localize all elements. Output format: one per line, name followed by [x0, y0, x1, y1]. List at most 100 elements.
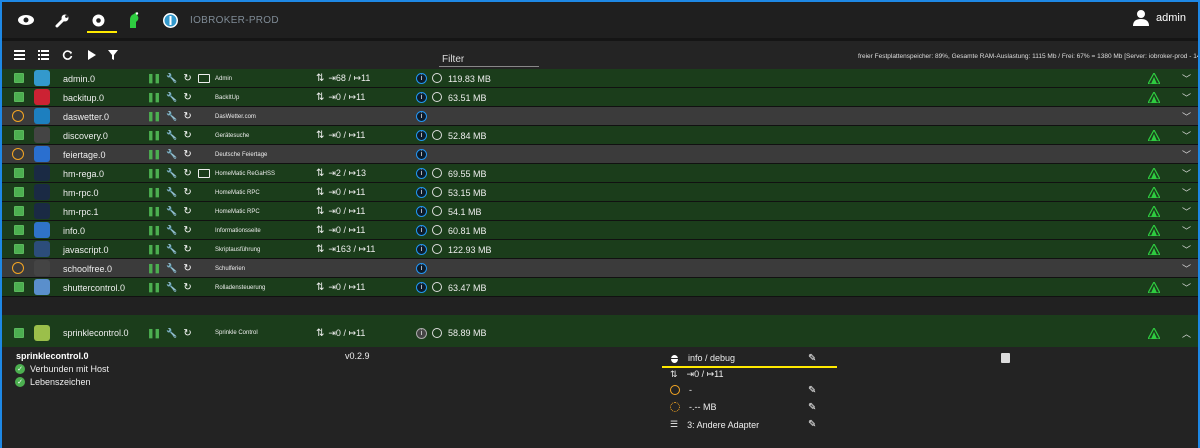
pause-icon[interactable]: ❚❚: [147, 225, 161, 236]
settings-icon[interactable]: [86, 8, 110, 32]
enabled-checkbox[interactable]: [14, 168, 24, 178]
collapse-chevron-icon[interactable]: ︿: [1182, 315, 1191, 351]
enabled-checkbox[interactable]: [14, 130, 24, 140]
info-icon[interactable]: i: [416, 149, 427, 160]
expand-chevron-icon[interactable]: ﹀: [1182, 88, 1191, 107]
wrench-icon[interactable]: 🔧: [166, 168, 177, 179]
expand-chevron-icon[interactable]: ﹀: [1182, 183, 1191, 202]
restart-icon[interactable]: ↻: [183, 92, 191, 103]
delete-icon[interactable]: [1001, 353, 1010, 363]
restart-icon[interactable]: ↻: [183, 263, 191, 274]
pause-icon[interactable]: ❚❚: [147, 92, 161, 103]
wrench-icon[interactable]: 🔧: [166, 206, 177, 217]
restart-icon[interactable]: ↻: [183, 149, 191, 160]
restart-icon[interactable]: ↻: [183, 225, 191, 236]
wrench-icon[interactable]: 🔧: [166, 263, 177, 274]
view-list-icon[interactable]: [12, 48, 26, 62]
wrench-icon[interactable]: 🔧: [166, 111, 177, 122]
wrench-icon[interactable]: 🔧: [166, 149, 177, 160]
play-icon[interactable]: [84, 48, 98, 62]
pause-icon[interactable]: ❚❚: [147, 111, 161, 122]
restart-icon[interactable]: ↻: [183, 73, 191, 84]
wrench-icon[interactable]: 🔧: [166, 187, 177, 198]
adapter-list: admin.0 ❚❚ 🔧 ↻ Admin ⇅ ⇥68 / ↦11 i 119.83 MB ﹀ bac…: [2, 69, 1198, 351]
edit-loglevel-icon[interactable]: ✎: [808, 353, 816, 364]
info-icon[interactable]: i: [416, 282, 427, 293]
restart-icon[interactable]: ↻: [183, 111, 191, 122]
restart-icon[interactable]: ↻: [183, 206, 191, 217]
expand-chevron-icon[interactable]: ﹀: [1182, 202, 1191, 221]
wrench-icon[interactable]: 🔧: [166, 130, 177, 141]
wrench-icon[interactable]: [50, 8, 74, 32]
adapter-icon: [34, 127, 50, 143]
restart-icon[interactable]: ↻: [183, 187, 191, 198]
pause-icon[interactable]: ❚❚: [147, 206, 161, 217]
restart-icon[interactable]: ↻: [183, 282, 191, 293]
filter-input[interactable]: [439, 66, 539, 67]
info-icon[interactable]: i: [416, 168, 427, 179]
expand-chevron-icon[interactable]: ﹀: [1182, 221, 1191, 240]
edit-memory-icon[interactable]: ✎: [808, 402, 816, 413]
edit-schedule-icon[interactable]: ✎: [808, 385, 816, 396]
pause-icon[interactable]: ❚❚: [147, 328, 161, 339]
restart-icon[interactable]: ↻: [183, 244, 191, 255]
wrench-icon[interactable]: 🔧: [166, 92, 177, 103]
wrench-icon[interactable]: 🔧: [166, 73, 177, 84]
wrench-icon[interactable]: 🔧: [166, 244, 177, 255]
connection-counts: ⇅ ⇥0 / ↦11: [316, 88, 365, 107]
info-icon[interactable]: i: [416, 328, 427, 339]
refresh-icon[interactable]: [60, 48, 74, 62]
expand-chevron-icon[interactable]: ﹀: [1182, 69, 1191, 88]
expand-chevron-icon[interactable]: ﹀: [1182, 126, 1191, 145]
info-icon[interactable]: i: [416, 263, 427, 274]
expand-chevron-icon[interactable]: ﹀: [1182, 240, 1191, 259]
pause-icon[interactable]: ❚❚: [147, 149, 161, 160]
pause-icon[interactable]: ❚❚: [147, 244, 161, 255]
connection-arrows-icon: ⇅: [316, 168, 325, 179]
expand-chevron-icon[interactable]: ﹀: [1182, 164, 1191, 183]
filter-icon[interactable]: [106, 48, 120, 62]
pause-icon[interactable]: ❚❚: [147, 282, 161, 293]
pause-icon[interactable]: ❚❚: [147, 130, 161, 141]
enabled-checkbox[interactable]: [14, 328, 24, 338]
info-icon[interactable]: i: [416, 206, 427, 217]
enabled-checkbox[interactable]: [14, 206, 24, 216]
edit-tier-icon[interactable]: ✎: [808, 419, 816, 430]
enabled-checkbox[interactable]: [14, 244, 24, 254]
view-compact-icon[interactable]: [36, 48, 50, 62]
info-icon[interactable]: i: [416, 130, 427, 141]
expand-chevron-icon[interactable]: ﹀: [1182, 145, 1191, 164]
restart-icon[interactable]: ↻: [183, 168, 191, 179]
info-icon[interactable]: i: [416, 225, 427, 236]
pause-icon[interactable]: ❚❚: [147, 73, 161, 84]
wrench-icon[interactable]: 🔧: [166, 225, 177, 236]
wrench-icon[interactable]: 🔧: [166, 328, 177, 339]
open-link-icon[interactable]: [198, 74, 210, 83]
expand-chevron-icon[interactable]: ﹀: [1182, 107, 1191, 126]
user-menu[interactable]: admin: [1132, 9, 1186, 27]
info-icon[interactable]: i: [416, 111, 427, 122]
enabled-checkbox[interactable]: [14, 282, 24, 292]
eye-icon[interactable]: [14, 8, 38, 32]
connection-detail: ⇅ ⇥0 / ↦11: [670, 369, 724, 379]
wrench-icon[interactable]: 🔧: [166, 282, 177, 293]
loglevel-value: info / debug: [688, 353, 736, 363]
restart-icon[interactable]: ↻: [183, 328, 191, 339]
open-link-icon[interactable]: [198, 169, 210, 178]
pause-icon[interactable]: ❚❚: [147, 263, 161, 274]
info-icon[interactable]: i: [416, 92, 427, 103]
adapter-name: feiertage.0: [63, 149, 106, 160]
enabled-checkbox[interactable]: [14, 225, 24, 235]
enabled-checkbox[interactable]: [14, 187, 24, 197]
pause-icon[interactable]: ❚❚: [147, 168, 161, 179]
enabled-checkbox[interactable]: [14, 73, 24, 83]
info-icon[interactable]: i: [416, 187, 427, 198]
expert-mode-icon[interactable]: [122, 8, 146, 32]
info-icon[interactable]: i: [416, 73, 427, 84]
pause-icon[interactable]: ❚❚: [147, 187, 161, 198]
restart-icon[interactable]: ↻: [183, 130, 191, 141]
expand-chevron-icon[interactable]: ﹀: [1182, 278, 1191, 297]
enabled-checkbox[interactable]: [14, 92, 24, 102]
expand-chevron-icon[interactable]: ﹀: [1182, 259, 1191, 278]
info-icon[interactable]: i: [416, 244, 427, 255]
